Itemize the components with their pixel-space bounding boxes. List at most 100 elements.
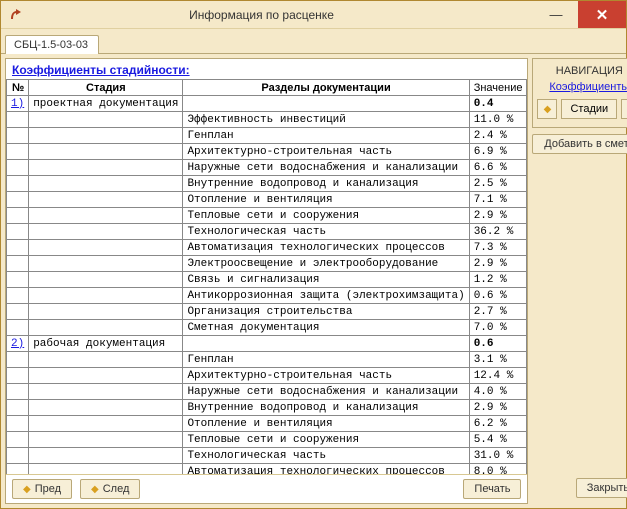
table-row: Архитектурно-строительная часть6.9 % bbox=[7, 144, 527, 160]
cell-no bbox=[7, 368, 29, 384]
titlebar: Информация по расценке — ✕ bbox=[1, 1, 626, 29]
section-caption: Коэффициенты стадийности: bbox=[6, 59, 527, 79]
cell-no bbox=[7, 208, 29, 224]
cell-doc: Связь и сигнализация bbox=[183, 272, 469, 288]
cell-doc: Автоматизация технологических процессов bbox=[183, 464, 469, 475]
cell-no bbox=[7, 432, 29, 448]
cell-stage bbox=[29, 112, 183, 128]
coefficients-table: № Стадия Разделы документации Значение 1… bbox=[6, 79, 527, 474]
cell-doc: Внутренние водопровод и канализация bbox=[183, 176, 469, 192]
cell-stage bbox=[29, 160, 183, 176]
cell-stage bbox=[29, 240, 183, 256]
cell-no bbox=[7, 176, 29, 192]
cell-value: 1.2 % bbox=[469, 272, 527, 288]
cell-doc: Тепловые сети и сооружения bbox=[183, 208, 469, 224]
table-row: Антикоррозионная защита (электрохимзащит… bbox=[7, 288, 527, 304]
cell-stage bbox=[29, 320, 183, 336]
cell-doc: Организация строительства bbox=[183, 304, 469, 320]
print-button-label: Печать bbox=[474, 483, 510, 495]
table-row: Сметная документация7.0 % bbox=[7, 320, 527, 336]
cell-no[interactable]: 2) bbox=[7, 336, 29, 352]
table-row: Внутренние водопровод и канализация2.5 % bbox=[7, 176, 527, 192]
cell-value: 0.6 % bbox=[469, 288, 527, 304]
table-row: Технологическая часть31.0 % bbox=[7, 448, 527, 464]
tab-sbc[interactable]: СБЦ-1.5-03-03 bbox=[5, 35, 99, 54]
cell-value: 7.0 % bbox=[469, 320, 527, 336]
cell-value: 6.9 % bbox=[469, 144, 527, 160]
cell-doc: Электроосвещение и электрооборудование bbox=[183, 256, 469, 272]
navigation-box: НАВИГАЦИЯ Коэффициенты ◆ Стадии ◆ bbox=[532, 58, 627, 128]
table-row: 2)рабочая документация0.6 bbox=[7, 336, 527, 352]
cell-stage bbox=[29, 304, 183, 320]
coefficients-link[interactable]: Коэффициенты bbox=[537, 81, 627, 93]
cell-stage bbox=[29, 368, 183, 384]
cell-value: 12.4 % bbox=[469, 368, 527, 384]
cell-stage bbox=[29, 128, 183, 144]
cell-no bbox=[7, 384, 29, 400]
col-header-stage: Стадия bbox=[29, 80, 183, 96]
table-row: Технологическая часть36.2 % bbox=[7, 224, 527, 240]
table-row: Архитектурно-строительная часть12.4 % bbox=[7, 368, 527, 384]
diamond-icon: ◆ bbox=[23, 484, 31, 495]
cell-doc: Наружные сети водоснабжения и канализаци… bbox=[183, 384, 469, 400]
cell-no bbox=[7, 400, 29, 416]
cell-stage bbox=[29, 448, 183, 464]
add-to-estimate-button[interactable]: Добавить в смету bbox=[532, 134, 627, 154]
cell-value: 8.0 % bbox=[469, 464, 527, 475]
close-window-button[interactable]: ✕ bbox=[578, 1, 626, 28]
col-header-doc: Разделы документации bbox=[183, 80, 469, 96]
cell-doc: Антикоррозионная защита (электрохимзащит… bbox=[183, 288, 469, 304]
table-row: Отопление и вентиляция6.2 % bbox=[7, 416, 527, 432]
cell-no bbox=[7, 320, 29, 336]
minimize-button[interactable]: — bbox=[534, 1, 578, 28]
window-root: Информация по расценке — ✕ СБЦ-1.5-03-03… bbox=[0, 0, 627, 509]
diamond-icon: ◆ bbox=[544, 104, 552, 115]
cell-no bbox=[7, 160, 29, 176]
cell-no bbox=[7, 352, 29, 368]
table-row: Тепловые сети и сооружения2.9 % bbox=[7, 208, 527, 224]
row-number-link[interactable]: 2) bbox=[11, 338, 24, 350]
app-icon bbox=[7, 7, 23, 23]
next-button-label: След bbox=[103, 483, 130, 495]
cell-no bbox=[7, 144, 29, 160]
cell-no[interactable]: 1) bbox=[7, 96, 29, 112]
table-row: Наружные сети водоснабжения и канализаци… bbox=[7, 160, 527, 176]
cell-value: 6.2 % bbox=[469, 416, 527, 432]
table-row: Генплан3.1 % bbox=[7, 352, 527, 368]
stage-next-button[interactable]: ◆ bbox=[621, 99, 627, 119]
cell-stage bbox=[29, 400, 183, 416]
col-header-no: № bbox=[7, 80, 29, 96]
table-row: 1)проектная документация0.4 bbox=[7, 96, 527, 112]
print-button[interactable]: Печать bbox=[463, 479, 521, 499]
close-button[interactable]: Закрыть bbox=[576, 478, 627, 498]
row-number-link[interactable]: 1) bbox=[11, 98, 24, 110]
cell-no bbox=[7, 240, 29, 256]
cell-doc: Тепловые сети и сооружения bbox=[183, 432, 469, 448]
table-scroll[interactable]: Коэффициенты стадийности: № Стадия Разде… bbox=[6, 59, 527, 474]
stage-prev-button[interactable]: ◆ bbox=[537, 99, 557, 119]
table-row: Тепловые сети и сооружения5.4 % bbox=[7, 432, 527, 448]
table-row: Автоматизация технологических процессов8… bbox=[7, 464, 527, 475]
cell-stage bbox=[29, 464, 183, 475]
cell-doc: Генплан bbox=[183, 352, 469, 368]
stages-row: ◆ Стадии ◆ bbox=[537, 99, 627, 119]
cell-value: 2.7 % bbox=[469, 304, 527, 320]
main-panel: Коэффициенты стадийности: № Стадия Разде… bbox=[5, 58, 528, 504]
cell-no bbox=[7, 128, 29, 144]
prev-button[interactable]: ◆ Пред bbox=[12, 479, 72, 499]
cell-value: 2.4 % bbox=[469, 128, 527, 144]
cell-value: 0.6 bbox=[469, 336, 527, 352]
table-row: Электроосвещение и электрооборудование2.… bbox=[7, 256, 527, 272]
cell-value: 6.6 % bbox=[469, 160, 527, 176]
table-row: Генплан2.4 % bbox=[7, 128, 527, 144]
cell-stage bbox=[29, 272, 183, 288]
stages-label[interactable]: Стадии bbox=[561, 99, 617, 119]
cell-stage bbox=[29, 192, 183, 208]
next-button[interactable]: ◆ След bbox=[80, 479, 140, 499]
diamond-icon: ◆ bbox=[91, 484, 99, 495]
cell-doc: Генплан bbox=[183, 128, 469, 144]
tab-strip: СБЦ-1.5-03-03 bbox=[1, 29, 626, 53]
cell-doc: Отопление и вентиляция bbox=[183, 416, 469, 432]
cell-doc: Технологическая часть bbox=[183, 224, 469, 240]
cell-no bbox=[7, 224, 29, 240]
